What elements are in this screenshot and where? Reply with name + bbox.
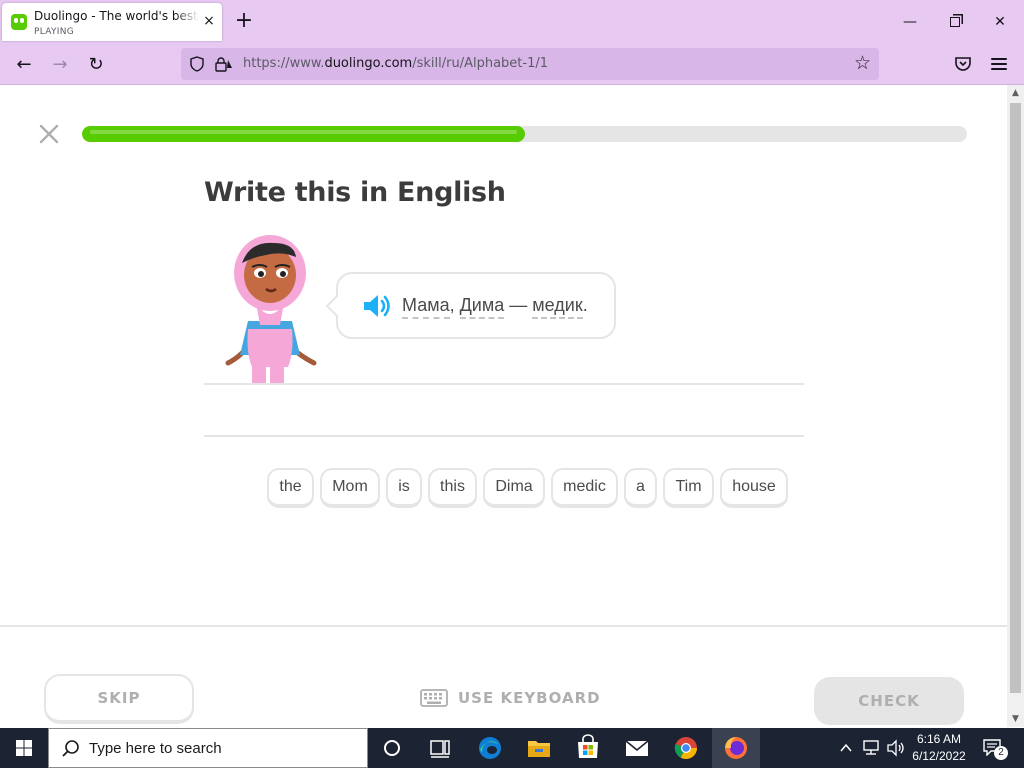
lesson-progress-bar <box>82 126 967 142</box>
back-button[interactable]: ← <box>11 52 37 78</box>
clock-date: 6/12/2022 <box>912 749 966 763</box>
volume-icon[interactable] <box>886 739 906 757</box>
task-view-icon[interactable] <box>416 728 464 768</box>
scroll-up-icon[interactable]: ▲ <box>1007 85 1024 101</box>
word-bank-chip[interactable]: house <box>720 468 788 508</box>
challenge-heading: Write this in English <box>204 177 506 208</box>
chrome-icon[interactable] <box>662 728 710 768</box>
prompt-punctuation: . <box>582 295 588 315</box>
word-bank-chip[interactable]: Mom <box>320 468 380 508</box>
window-restore-button[interactable] <box>940 10 970 34</box>
browser-tab-strip: Duolingo - The world's best way to learn… <box>0 0 1024 44</box>
bookmark-star-icon[interactable]: ☆ <box>854 53 871 73</box>
taskbar-search-box[interactable]: Type here to search <box>48 728 368 768</box>
check-button[interactable]: CHECK <box>814 677 964 725</box>
progress-fill <box>82 126 525 142</box>
taskbar-search-placeholder: Type here to search <box>89 740 222 757</box>
search-icon <box>62 740 79 757</box>
address-bar[interactable]: https://www.duolingo.com/skill/ru/Alphab… <box>181 48 879 80</box>
windows-start-icon[interactable] <box>0 728 48 768</box>
word-bank: the Mom is this Dima medic a Tim house <box>267 468 788 510</box>
file-explorer-icon[interactable] <box>515 728 563 768</box>
play-audio-speaker-icon[interactable] <box>362 293 392 319</box>
character-illustration <box>225 235 317 385</box>
word-bank-chip[interactable]: is <box>386 468 422 508</box>
app-menu-icon[interactable] <box>991 56 1007 72</box>
lesson-page: Write this in English Мама, Дима — медик… <box>0 85 1007 727</box>
prompt-punctuation: — <box>504 295 533 315</box>
lock-icon[interactable] <box>215 56 233 72</box>
tab-playing-status: PLAYING <box>34 27 75 37</box>
answer-area-line <box>204 383 804 385</box>
prompt-punctuation: , <box>449 295 460 315</box>
network-icon[interactable] <box>862 739 882 757</box>
mail-icon[interactable] <box>613 728 661 768</box>
taskbar-clock[interactable]: 6:16 AM 6/12/2022 <box>906 731 972 765</box>
show-hidden-icons-chevron-icon[interactable] <box>838 740 854 756</box>
reload-button[interactable]: ↻ <box>83 52 109 78</box>
word-bank-chip[interactable]: Tim <box>663 468 714 508</box>
word-bank-chip[interactable]: a <box>624 468 657 508</box>
microsoft-store-icon[interactable] <box>564 728 612 768</box>
cortana-icon[interactable] <box>368 728 416 768</box>
window-minimize-button[interactable]: — <box>895 10 925 34</box>
prompt-word-hint[interactable]: Дима <box>459 295 505 319</box>
new-tab-button[interactable]: + <box>232 10 256 34</box>
edge-browser-icon[interactable] <box>466 728 514 768</box>
page-scrollbar[interactable]: ▲ ▼ <box>1007 85 1024 727</box>
pocket-icon[interactable] <box>954 56 972 72</box>
answer-area-line <box>204 435 804 437</box>
word-bank-chip[interactable]: this <box>428 468 477 508</box>
prompt-speech-bubble: Мама, Дима — медик. <box>336 272 616 339</box>
word-bank-chip[interactable]: medic <box>551 468 618 508</box>
url-text[interactable]: https://www.duolingo.com/skill/ru/Alphab… <box>243 56 548 71</box>
prompt-sentence: Мама, Дима — медик. <box>402 295 588 319</box>
keyboard-icon <box>420 689 448 707</box>
quit-lesson-close-icon[interactable] <box>38 123 60 145</box>
prompt-word-hint[interactable]: медик <box>532 295 583 319</box>
word-bank-chip[interactable]: the <box>267 468 314 508</box>
duolingo-favicon-icon <box>11 14 27 30</box>
window-close-button[interactable]: ✕ <box>985 10 1015 34</box>
word-bank-chip[interactable]: Dima <box>483 468 545 508</box>
scrollbar-thumb[interactable] <box>1010 103 1021 693</box>
prompt-word-hint[interactable]: Мама <box>402 295 450 319</box>
browser-tab-duolingo[interactable]: Duolingo - The world's best way to learn… <box>2 3 222 41</box>
clock-time: 6:16 AM <box>916 732 962 746</box>
restore-icon <box>950 17 960 27</box>
tracking-protection-shield-icon[interactable] <box>189 56 205 72</box>
browser-nav-bar: ← → ↻ https://www.duolingo.com/skill/ru/… <box>0 44 1024 85</box>
notification-count-badge: 2 <box>994 746 1008 760</box>
lesson-footer: SKIP USE KEYBOARD CHECK <box>0 625 1007 727</box>
forward-button[interactable]: → <box>47 52 73 78</box>
skip-button[interactable]: SKIP <box>44 674 194 724</box>
tab-close-icon[interactable]: × <box>201 13 217 29</box>
scroll-down-icon[interactable]: ▼ <box>1007 711 1024 727</box>
windows-taskbar: Type here to search 6:16 AM 6/12/2022 2 <box>0 728 1024 768</box>
action-center-button[interactable]: 2 <box>980 736 1008 760</box>
use-keyboard-label: USE KEYBOARD <box>458 689 601 707</box>
firefox-icon[interactable] <box>712 728 760 768</box>
tab-title: Duolingo - The world's best way to learn… <box>34 9 199 23</box>
